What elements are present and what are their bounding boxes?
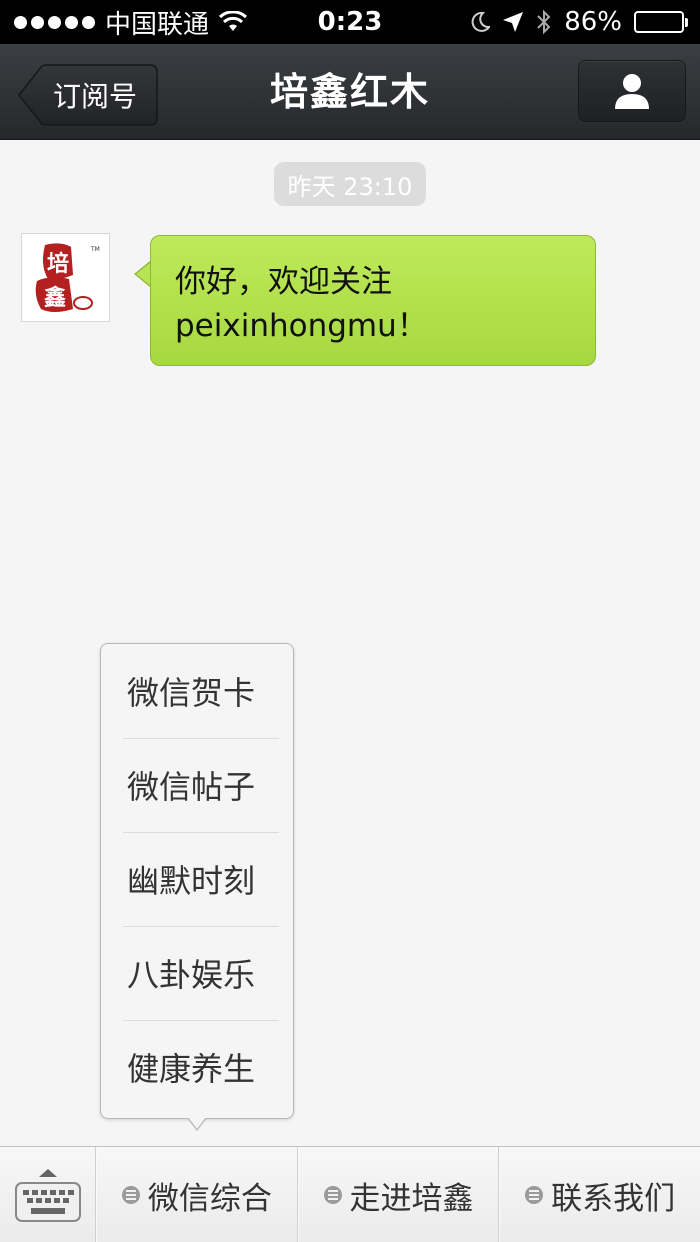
menu-tab-label: 微信综合 xyxy=(147,1180,272,1217)
menu-tab-contact[interactable]: 联系我们 xyxy=(499,1147,700,1242)
menu-tab-label: 联系我们 xyxy=(551,1180,676,1217)
submenu-item-wechat-posts[interactable]: 微信帖子 xyxy=(101,738,293,832)
location-arrow-icon xyxy=(503,12,524,32)
svg-text:培: 培 xyxy=(46,251,68,277)
battery-percent: 86% xyxy=(564,7,622,37)
wifi-icon xyxy=(219,11,248,31)
battery-icon xyxy=(634,11,688,33)
person-icon xyxy=(615,74,649,109)
svg-text:TM: TM xyxy=(90,246,100,253)
submenu-popup: 微信贺卡 微信帖子 幽默时刻 八卦娱乐 健康养生 xyxy=(100,643,294,1119)
menu-tab-about[interactable]: 走进培鑫 xyxy=(297,1147,500,1242)
carrier-name: 中国联通 xyxy=(105,9,210,40)
submenu-item-wechat-cards[interactable]: 微信贺卡 xyxy=(101,644,293,738)
message-line-2: peixinhongmu！ xyxy=(175,308,428,344)
keyboard-icon xyxy=(14,1182,81,1222)
back-button[interactable]: 订阅号 xyxy=(18,64,158,126)
keyboard-toggle-button[interactable] xyxy=(0,1147,96,1242)
status-bar: 中国联通 0:23 86% xyxy=(0,0,700,44)
message-bubble[interactable]: 你好，欢迎关注 peixinhongmu！ xyxy=(150,235,596,366)
profile-button[interactable] xyxy=(578,60,686,122)
nav-bar: 订阅号 培鑫红木 xyxy=(0,44,700,140)
submenu-item-humor[interactable]: 幽默时刻 xyxy=(101,832,293,926)
moon-icon xyxy=(471,11,491,32)
submenu-item-health[interactable]: 健康养生 xyxy=(101,1020,293,1114)
back-button-label: 订阅号 xyxy=(52,80,137,113)
bottom-menu-bar: 微信综合 走进培鑫 联系我们 xyxy=(0,1146,700,1242)
signal-strength-icon xyxy=(14,15,95,29)
svg-text:鑫: 鑫 xyxy=(43,285,65,311)
brand-logo-icon: 培 鑫 TM xyxy=(35,242,100,312)
submenu-item-gossip[interactable]: 八卦娱乐 xyxy=(101,926,293,1020)
chevron-up-icon xyxy=(38,1169,57,1177)
menu-tab-label: 走进培鑫 xyxy=(349,1180,474,1217)
status-bar-right: 86% xyxy=(470,0,688,44)
message-timestamp: 昨天 23:10 xyxy=(274,162,426,206)
status-bar-left: 中国联通 xyxy=(14,0,248,44)
page-title: 培鑫红木 xyxy=(269,70,430,114)
menu-tab-wechat-general[interactable]: 微信综合 xyxy=(96,1147,298,1242)
bubble-tail xyxy=(136,262,151,286)
avatar[interactable]: 培 鑫 TM xyxy=(21,233,110,322)
message-line-1: 你好，欢迎关注 xyxy=(175,264,392,300)
submenu-pointer-inner xyxy=(188,1117,206,1129)
bluetooth-icon xyxy=(537,9,551,35)
menu-list-icon xyxy=(121,1186,140,1204)
menu-list-icon xyxy=(525,1186,544,1204)
menu-list-icon xyxy=(323,1186,342,1204)
